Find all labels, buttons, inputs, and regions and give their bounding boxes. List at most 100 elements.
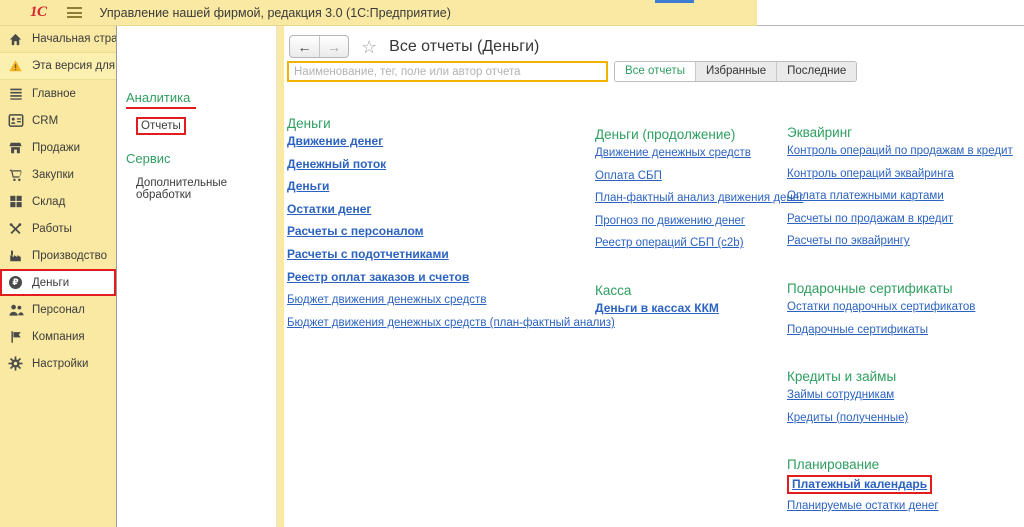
- sidebar-item-main[interactable]: Главное: [0, 80, 116, 107]
- report-link[interactable]: Подарочные сертификаты: [787, 324, 928, 336]
- forward-button[interactable]: →: [319, 36, 348, 57]
- sidebar-item-sales[interactable]: Продажи: [0, 134, 116, 161]
- sidebar-item-label: CRM: [32, 115, 58, 127]
- report-link[interactable]: План-фактный анализ движения денег: [595, 192, 803, 204]
- production-icon: [7, 248, 24, 264]
- report-link[interactable]: Прогноз по движению денег: [595, 215, 745, 227]
- warehouse-icon: [7, 194, 24, 210]
- report-link[interactable]: Кредиты (полученные): [787, 412, 908, 424]
- sidebar-item-label: Начальная страни: [32, 33, 116, 45]
- report-column: Эквайринг Контроль операций по продажам в…: [787, 125, 1024, 521]
- report-link[interactable]: Деньги в кассах ККМ: [595, 301, 719, 315]
- sidebar-item-label: Деньги: [32, 277, 69, 289]
- report-section-title: Подарочные сертификаты: [787, 281, 1024, 296]
- report-link[interactable]: Реестр операций СБП (c2b): [595, 237, 744, 249]
- sidebar-item-label: Склад: [32, 196, 65, 208]
- sidebar-item-works[interactable]: Работы: [0, 215, 116, 242]
- report-link[interactable]: Платежный календарь: [792, 477, 927, 491]
- report-link[interactable]: Движение денег: [287, 134, 383, 148]
- sidebar-item-label: Компания: [32, 331, 85, 343]
- report-link[interactable]: Расчеты с подотчетниками: [287, 247, 449, 261]
- report-section: Кредиты и займы Займы сотрудникам Кредиты …: [787, 369, 1024, 432]
- report-link[interactable]: Денежный поток: [287, 157, 386, 171]
- top-blue-strip: [655, 0, 694, 3]
- report-link[interactable]: Движение денежных средств: [595, 147, 751, 159]
- report-link[interactable]: Остатки денег: [287, 202, 371, 216]
- page-title: Все отчеты (Деньги): [389, 38, 539, 56]
- report-section: Эквайринг Контроль операций по продажам в…: [787, 125, 1024, 256]
- menu-lines-icon: [7, 86, 24, 102]
- filter-all-reports[interactable]: Все отчеты: [615, 62, 695, 81]
- sidebar-item-label: Персонал: [32, 304, 85, 316]
- report-link[interactable]: Планируемые остатки денег: [787, 500, 939, 512]
- title-bar: 1С Управление нашей фирмой, редакция 3.0…: [0, 0, 757, 26]
- crm-icon: [7, 113, 24, 129]
- report-section-title: Эквайринг: [787, 125, 1024, 140]
- left-sidebar: Начальная страни Эта версия для ра Главное…: [0, 26, 117, 527]
- report-section-title: Деньги: [287, 116, 589, 131]
- filter-recent[interactable]: Последние: [776, 62, 856, 81]
- 1c-logo: 1С: [30, 4, 47, 21]
- report-section-title: Деньги (продолжение): [595, 127, 795, 142]
- report-link[interactable]: Расчеты по продажам в кредит: [787, 213, 953, 225]
- window-title: Управление нашей фирмой, редакция 3.0 (1…: [100, 6, 451, 20]
- sidebar-item-crm[interactable]: CRM: [0, 107, 116, 134]
- sidebar-item-label: Продажи: [32, 142, 80, 154]
- report-link[interactable]: Деньги: [287, 179, 329, 193]
- panel-item-additional-processing[interactable]: Дополнительные обработки: [136, 177, 276, 201]
- sidebar-item-label: Главное: [32, 88, 76, 100]
- sidebar-item-production[interactable]: Производство: [0, 242, 116, 269]
- report-column: Деньги Движение денег Денежный поток Деньги…: [287, 116, 589, 337]
- sidebar-item-label: Эта версия для ра: [32, 60, 116, 72]
- panel-section-title-service: Сервис: [126, 151, 276, 166]
- report-column: Деньги (продолжение) Движение денежных ср…: [595, 127, 795, 324]
- panel-section-title-analytics: Аналитика: [126, 90, 196, 109]
- back-button[interactable]: ←: [290, 36, 319, 57]
- sidebar-item-version-warning[interactable]: Эта версия для ра: [0, 53, 116, 80]
- report-link[interactable]: Оплата платежными картами: [787, 190, 944, 202]
- report-section-title: Касса: [595, 283, 795, 298]
- sidebar-item-money[interactable]: ₽ Деньги: [0, 269, 116, 296]
- report-link[interactable]: Оплата СБП: [595, 170, 662, 182]
- titlebar-right-spacer: [757, 0, 1024, 26]
- report-link[interactable]: Остатки подарочных сертификатов: [787, 301, 975, 313]
- money-icon: ₽: [7, 275, 24, 291]
- report-link[interactable]: Контроль операций эквайринга: [787, 168, 954, 180]
- all-reports-view: ← → ☆ Все отчеты (Деньги) Все отчетыИзбр…: [284, 26, 1024, 527]
- company-icon: [7, 329, 24, 345]
- sidebar-item-label: Производство: [32, 250, 107, 262]
- annotation-box: Платежный календарь: [787, 475, 932, 494]
- report-link[interactable]: Расчеты с персоналом: [287, 224, 424, 238]
- report-section: Касса Деньги в кассах ККМ: [595, 283, 795, 324]
- report-link[interactable]: Бюджет движения денежных средств: [287, 294, 486, 306]
- sidebar-item-start-page[interactable]: Начальная страни: [0, 26, 116, 53]
- sidebar-item-settings[interactable]: Настройки: [0, 350, 116, 377]
- report-link[interactable]: Займы сотрудникам: [787, 389, 894, 401]
- report-section: Деньги Движение денег Денежный поток Деньги…: [287, 116, 589, 337]
- history-nav: ← →: [289, 35, 349, 58]
- report-link[interactable]: Бюджет движения денежных средств (план-ф…: [287, 317, 615, 329]
- report-link[interactable]: Расчеты по эквайрингу: [787, 235, 910, 247]
- sidebar-item-label: Работы: [32, 223, 72, 235]
- sidebar-item-personnel[interactable]: Персонал: [0, 296, 116, 323]
- report-search-input[interactable]: [287, 61, 608, 82]
- purchases-icon: [7, 167, 24, 183]
- sidebar-item-warehouse[interactable]: Склад: [0, 188, 116, 215]
- report-link[interactable]: Реестр оплат заказов и счетов: [287, 270, 469, 284]
- sidebar-item-purchases[interactable]: Закупки: [0, 161, 116, 188]
- panel-divider: [276, 26, 284, 527]
- report-link[interactable]: Контроль операций по продажам в кредит: [787, 145, 1013, 157]
- report-section-title: Кредиты и займы: [787, 369, 1024, 384]
- settings-icon: [7, 356, 24, 372]
- sidebar-item-label: Закупки: [32, 169, 74, 181]
- personnel-icon: [7, 302, 24, 318]
- sidebar-item-company[interactable]: Компания: [0, 323, 116, 350]
- filter-favorites[interactable]: Избранные: [695, 62, 776, 81]
- section-panel: Аналитика Отчеты Сервис Дополнительные обра…: [118, 26, 276, 527]
- favorite-star-icon[interactable]: ☆: [361, 38, 377, 56]
- hamburger-menu-icon[interactable]: [67, 7, 82, 18]
- report-section-title: Планирование: [787, 457, 1024, 472]
- warning-icon: [7, 58, 24, 74]
- report-filter-tabs: Все отчетыИзбранныеПоследние: [614, 61, 857, 82]
- panel-item-reports[interactable]: Отчеты: [136, 117, 186, 135]
